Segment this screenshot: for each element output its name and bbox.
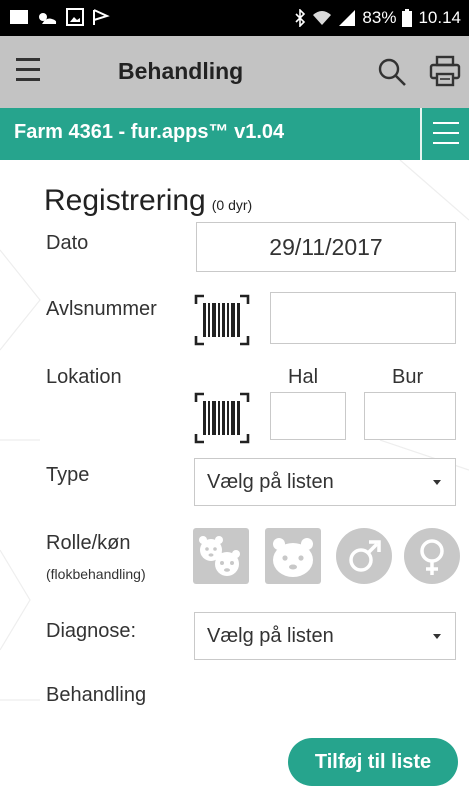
- bur-input[interactable]: [364, 392, 456, 440]
- type-select-value: Vælg på listen: [207, 471, 334, 493]
- diagnose-label: Diagnose:: [46, 620, 137, 642]
- status-left-icons: [10, 8, 110, 26]
- form-heading: Registrering (0 dyr): [44, 184, 252, 218]
- avlsnummer-label: Avlsnummer: [46, 298, 157, 320]
- weather-icon: [39, 13, 57, 24]
- farm-bar-divider: [420, 108, 422, 160]
- avlsnummer-input[interactable]: [270, 292, 456, 344]
- battery-percent: 83%: [362, 8, 397, 27]
- farm-label: Farm 4361 - fur.apps™ v1.04: [14, 121, 285, 143]
- signal-icon: [339, 10, 356, 26]
- battery-icon: [402, 9, 413, 27]
- male-icon[interactable]: [336, 528, 392, 584]
- notification-icon: [10, 10, 28, 24]
- bur-label: Bur: [392, 366, 424, 388]
- behandling-label: Behandling: [46, 684, 147, 706]
- flag-icon: [93, 9, 110, 25]
- lokation-label: Lokation: [46, 366, 122, 388]
- farm-menu-icon[interactable]: [433, 122, 459, 146]
- app-bar: Behandling: [0, 36, 469, 108]
- diagnose-select[interactable]: Vælg på listen: [194, 612, 456, 660]
- type-select[interactable]: Vælg på listen: [194, 458, 456, 506]
- female-icon[interactable]: [404, 528, 460, 584]
- single-animal-icon[interactable]: [265, 528, 321, 584]
- hal-input[interactable]: [270, 392, 346, 440]
- dato-label: Dato: [46, 232, 89, 254]
- hal-label: Hal: [288, 366, 319, 388]
- chevron-down-icon: [433, 480, 441, 485]
- date-field[interactable]: 29/11/2017: [196, 222, 456, 272]
- status-right: 83% 10.14: [294, 8, 461, 28]
- form-heading-title: Registrering: [44, 184, 206, 217]
- barcode-scan-icon[interactable]: [194, 294, 250, 346]
- print-icon[interactable]: [428, 54, 462, 88]
- location-barcode-scan-icon[interactable]: [194, 392, 250, 444]
- hamburger-menu-icon[interactable]: [16, 58, 46, 86]
- animal-count: (0 dyr): [211, 197, 253, 213]
- image-icon: [66, 8, 84, 26]
- farm-bar: Farm 4361 - fur.apps™ v1.04: [0, 108, 469, 160]
- diagnose-select-value: Vælg på listen: [207, 625, 334, 647]
- bluetooth-icon: [295, 9, 306, 27]
- page-title: Behandling: [118, 58, 244, 84]
- rolle-label: Rolle/køn: [46, 532, 131, 554]
- search-icon[interactable]: [376, 56, 408, 88]
- type-label: Type: [46, 464, 90, 486]
- clock: 10.14: [418, 8, 461, 27]
- status-bar: 83% 10.14: [0, 0, 469, 36]
- chevron-down-icon: [433, 634, 441, 639]
- add-to-list-button[interactable]: Tilføj til liste: [288, 738, 458, 786]
- group-animals-icon[interactable]: [193, 528, 249, 584]
- rolle-sublabel: (flokbehandling): [46, 566, 146, 582]
- wifi-icon: [313, 11, 332, 25]
